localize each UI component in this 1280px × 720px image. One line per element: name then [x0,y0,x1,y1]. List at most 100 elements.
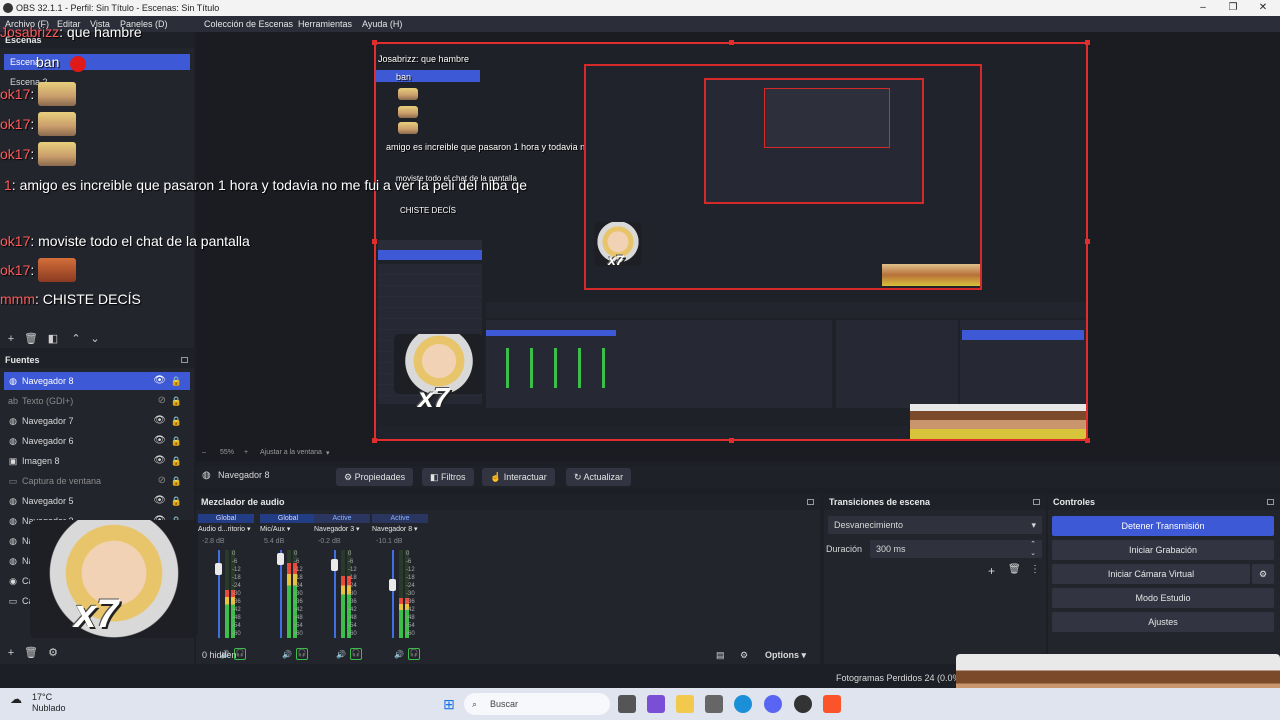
lock-icon[interactable]: 🔒 [171,432,182,450]
eye-icon[interactable]: 👁 [153,432,166,450]
menu-coleccion-escenas[interactable]: Colección de Escenas [204,16,293,32]
lock-icon[interactable]: 🔒 [171,392,182,410]
source-item[interactable]: ▭ Captura de ventana ⊘ 🔒 [4,472,190,490]
refresh-button[interactable]: ↻ Actualizar [566,468,632,486]
discord-icon[interactable] [764,695,782,713]
options-button[interactable]: Options ▾ [765,646,806,664]
file-explorer-icon[interactable] [676,695,694,713]
move-down-icon[interactable]: ⌄ [88,332,102,346]
source-item[interactable]: ▣ Imagen 8 👁 🔒 [4,452,190,470]
scene-item-escena[interactable]: Escena [4,54,190,70]
store-icon[interactable] [705,695,723,713]
resize-handle[interactable] [1085,438,1090,443]
resize-handle[interactable] [372,40,377,45]
undock-icon[interactable] [181,357,188,363]
channel-name[interactable]: Mic/Aux ▾ [260,525,316,533]
copilot-icon[interactable] [647,695,665,713]
volume-slider-knob[interactable] [277,552,284,565]
chat-name: mmm [0,291,35,307]
start-icon[interactable]: ⊞ [440,695,458,713]
add-scene-icon[interactable]: + [4,332,18,346]
brave-icon[interactable] [823,695,841,713]
duration-value: 300 ms [876,544,906,554]
eye-icon[interactable]: 👁 [153,452,166,470]
layout-icon[interactable]: ▤ [716,646,725,664]
scene-filters-icon[interactable]: ◧ [46,332,60,346]
meter-tick: -24 [294,583,303,589]
mixer-settings-icon[interactable]: ⚙ [740,646,748,664]
source-item[interactable]: ab Texto (GDI+) ⊘ 🔒 [4,392,190,410]
menu-ayuda[interactable]: Ayuda (H) [362,16,402,32]
gear-icon[interactable]: ⚙ [1252,564,1274,584]
zoom-in-icon[interactable]: + [244,449,248,456]
zoom-out-icon[interactable]: – [202,449,206,456]
resize-handle[interactable] [372,438,377,443]
task-view-icon[interactable] [618,695,636,713]
meter-tick: -42 [294,607,303,613]
interact-button[interactable]: ☝ Interactuar [482,468,555,486]
source-item[interactable]: ◍ Navegador 6 👁 🔒 [4,432,190,450]
obs-icon[interactable] [794,695,812,713]
source-item[interactable]: ◍ Navegador 5 👁 🔒 [4,492,190,510]
more-icon[interactable]: ⋮ [1030,564,1040,575]
menu-herramientas[interactable]: Herramientas [298,16,352,32]
volume-slider-knob[interactable] [215,563,222,576]
volume-slider-knob[interactable] [331,558,338,571]
resize-handle[interactable] [1085,40,1090,45]
duration-input[interactable]: 300 ms ⌃ ⌄ [870,540,1042,558]
volume-slider-knob[interactable] [389,579,396,592]
stop-streaming-button[interactable]: Detener Transmisión [1052,516,1274,536]
source-settings-icon[interactable]: ⚙ [46,646,60,660]
emote-image [38,258,76,282]
transition-select[interactable]: Desvanecimiento ▾ [828,516,1042,534]
fit-to-window-button[interactable]: Ajustar a la ventana [260,449,322,456]
filters-button[interactable]: ◧ Filtros [422,468,474,486]
resize-handle[interactable] [1085,239,1090,244]
eye-icon[interactable]: 👁 [153,412,166,430]
properties-button[interactable]: ⚙ Propiedades [336,468,414,486]
settings-button[interactable]: Ajustes [1052,612,1274,632]
channel-name[interactable]: Navegador 3 ▾ [314,525,370,533]
undock-icon[interactable] [1033,499,1040,505]
add-transition-icon[interactable]: + [988,564,995,578]
nested-preview-inner [704,78,924,204]
studio-mode-button[interactable]: Modo Estudio [1052,588,1274,608]
eye-icon[interactable]: 👁 [153,492,166,510]
lock-icon[interactable]: 🔒 [171,412,182,430]
eye-icon[interactable]: 👁 [153,372,166,390]
resize-handle[interactable] [372,239,377,244]
volume-slider[interactable] [392,550,394,638]
lock-icon[interactable]: 🔒 [171,492,182,510]
lock-icon[interactable]: 🔒 [171,372,182,390]
chevron-down-icon[interactable]: ▾ [326,449,330,457]
start-recording-button[interactable]: Iniciar Grabación [1052,540,1274,560]
title-bar: OBS 32.1.1 - Perfil: Sin Título - Escena… [0,0,1280,16]
maximize-icon[interactable]: ❐ [1218,0,1248,16]
lock-icon[interactable]: 🔒 [171,472,182,490]
undock-icon[interactable] [1267,499,1274,505]
resize-handle[interactable] [729,40,734,45]
window-title: OBS 32.1.1 - Perfil: Sin Título - Escena… [16,3,220,13]
remove-source-icon[interactable]: 🗑 [24,646,38,660]
eye-hidden-icon[interactable]: ⊘ [158,472,166,490]
remove-transition-icon[interactable]: 🗑 [1008,564,1021,575]
remove-scene-icon[interactable]: 🗑 [24,332,38,346]
spin-icon[interactable]: ⌃ ⌄ [1030,540,1036,558]
add-source-icon[interactable]: + [4,646,18,660]
start-virtual-camera-button[interactable]: Iniciar Cámara Virtual [1052,564,1250,584]
resize-handle[interactable] [729,438,734,443]
lock-icon[interactable]: 🔒 [171,452,182,470]
taskbar-search[interactable]: ⌕ Buscar [464,693,610,715]
move-up-icon[interactable]: ⌃ [69,332,83,346]
close-icon[interactable]: ✕ [1248,0,1278,16]
source-item[interactable]: ◍ Navegador 8 👁 🔒 [4,372,190,390]
channel-name[interactable]: Audio d...ritorio ▾ [198,525,254,533]
eye-hidden-icon[interactable]: ⊘ [158,392,166,410]
edge-icon[interactable] [734,695,752,713]
undock-icon[interactable] [807,499,814,505]
minimize-icon[interactable]: – [1188,0,1218,16]
preview-canvas[interactable]: Josabrizz: que hambre ban amigo es incre… [374,42,1088,441]
sources-toolbar: + 🗑 ⚙ [4,646,190,662]
channel-name[interactable]: Navegador 8 ▾ [372,525,428,533]
source-item[interactable]: ◍ Navegador 7 👁 🔒 [4,412,190,430]
